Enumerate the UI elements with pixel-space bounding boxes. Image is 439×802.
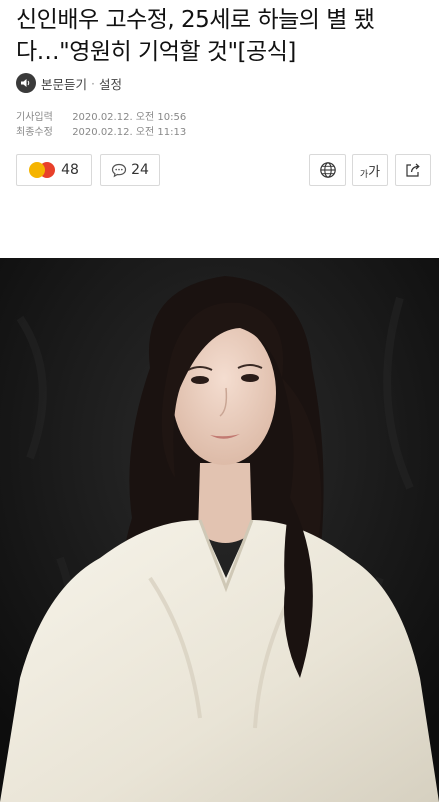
share-button[interactable] xyxy=(395,154,431,186)
modified-date: 최종수정 2020.02.12. 오전 11:13 xyxy=(16,123,186,138)
reaction-emoji-icon xyxy=(29,162,56,178)
reaction-count: 48 xyxy=(61,162,79,178)
comment-button[interactable]: 24 xyxy=(100,154,160,186)
font-size-large-glyph: 가 xyxy=(368,164,381,180)
font-size-small-glyph: 가 xyxy=(359,169,369,180)
listen-button[interactable]: 본문듣기 xyxy=(41,74,87,93)
reaction-button[interactable]: 48 xyxy=(16,154,92,186)
modified-label: 최종수정 xyxy=(16,127,53,138)
speaker-icon[interactable] xyxy=(16,73,36,93)
published-label: 기사입력 xyxy=(16,112,53,123)
article-title-line-2: 다…"영원히 기억할 것"[공식] xyxy=(16,39,296,65)
published-value: 2020.02.12. 오전 10:56 xyxy=(72,112,187,123)
article-title: 신인배우 고수정, 25세로 하늘의 별 됐 다…"영원히 기억할 것"[공식] xyxy=(16,4,426,68)
portrait-image xyxy=(0,258,439,802)
published-date: 기사입력 2020.02.12. 오전 10:56 xyxy=(16,108,186,123)
modified-value: 2020.02.12. 오전 11:13 xyxy=(72,127,187,138)
comment-count: 24 xyxy=(131,162,149,178)
settings-link[interactable]: 설정 xyxy=(99,74,122,93)
translate-button[interactable] xyxy=(309,154,346,186)
separator-dot: · xyxy=(91,75,95,91)
font-size-icon: 가 가 xyxy=(360,161,380,180)
article-title-line-1: 신인배우 고수정, 25세로 하늘의 별 됐 xyxy=(16,7,375,33)
font-size-button[interactable]: 가 가 xyxy=(352,154,388,186)
audio-controls: 본문듣기 · 설정 xyxy=(16,73,122,93)
article-photo xyxy=(0,258,439,802)
comment-bubble-icon xyxy=(111,163,127,177)
speaker-icon-glyph xyxy=(21,79,30,87)
share-icon xyxy=(406,163,420,177)
globe-icon xyxy=(319,162,336,178)
